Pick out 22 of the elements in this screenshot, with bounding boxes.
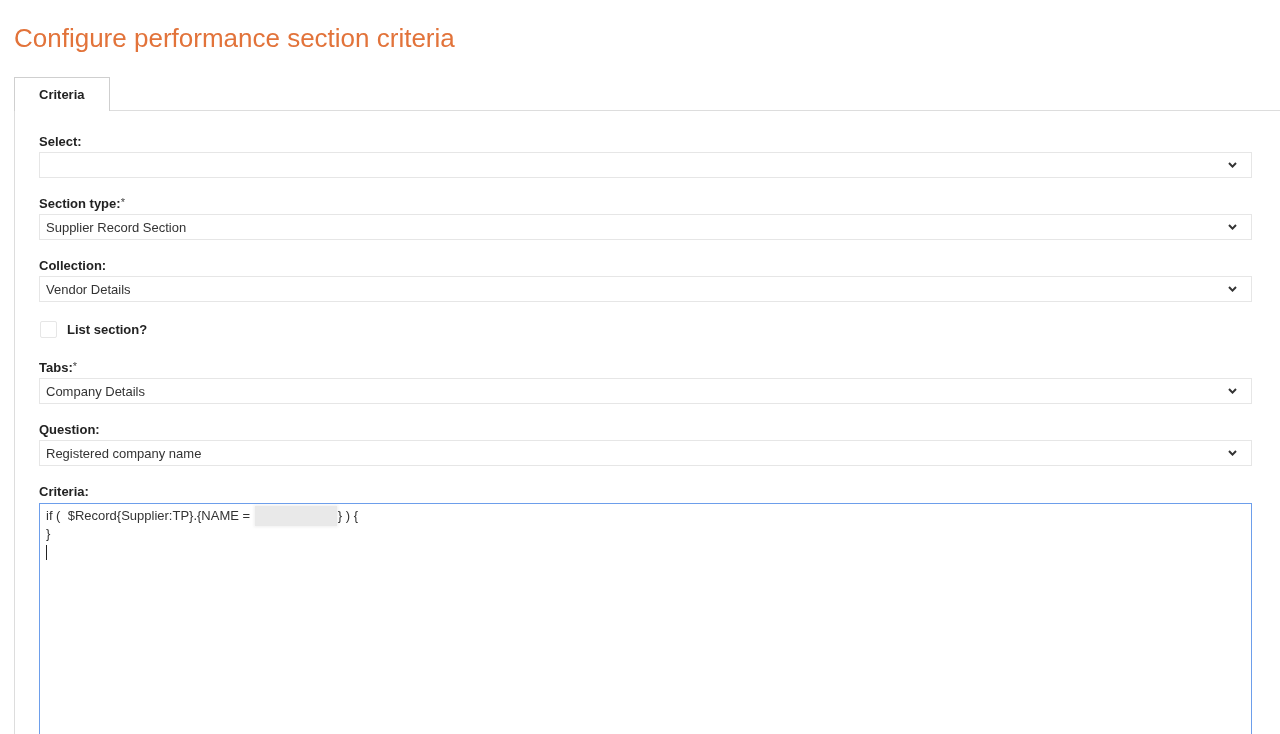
page-title: Configure performance section criteria [14,22,455,54]
field-label: Collection: [39,258,107,274]
chevron-down-icon [1228,388,1237,394]
chevron-down-icon [1228,224,1237,230]
select-field[interactable]: Supplier Record Section [39,214,1252,240]
criteria-textarea[interactable]: if ( $Record{Supplier:TP}.{NAME = } ) { } [39,503,1252,734]
select-field[interactable] [39,152,1252,178]
text-cursor-icon [46,544,47,560]
field-label: Tabs:$^{*}$ [39,360,77,376]
select-field[interactable]: Company Details [39,378,1252,404]
chevron-down-icon [1228,450,1237,456]
field-label: Section type:$^{*}$ [39,196,125,212]
chevron-down-icon [1228,162,1237,168]
chevron-down-icon [1228,286,1237,292]
checkbox[interactable] [40,321,57,338]
checkbox-label: List section? [67,321,148,338]
tab[interactable]: Criteria [14,77,110,111]
select-field[interactable]: Vendor Details [39,276,1252,302]
select-field[interactable]: Registered company name [39,440,1252,466]
field-label: Question: [39,422,100,438]
field-label: Criteria: [39,484,89,500]
field-label: Select: [39,134,82,150]
